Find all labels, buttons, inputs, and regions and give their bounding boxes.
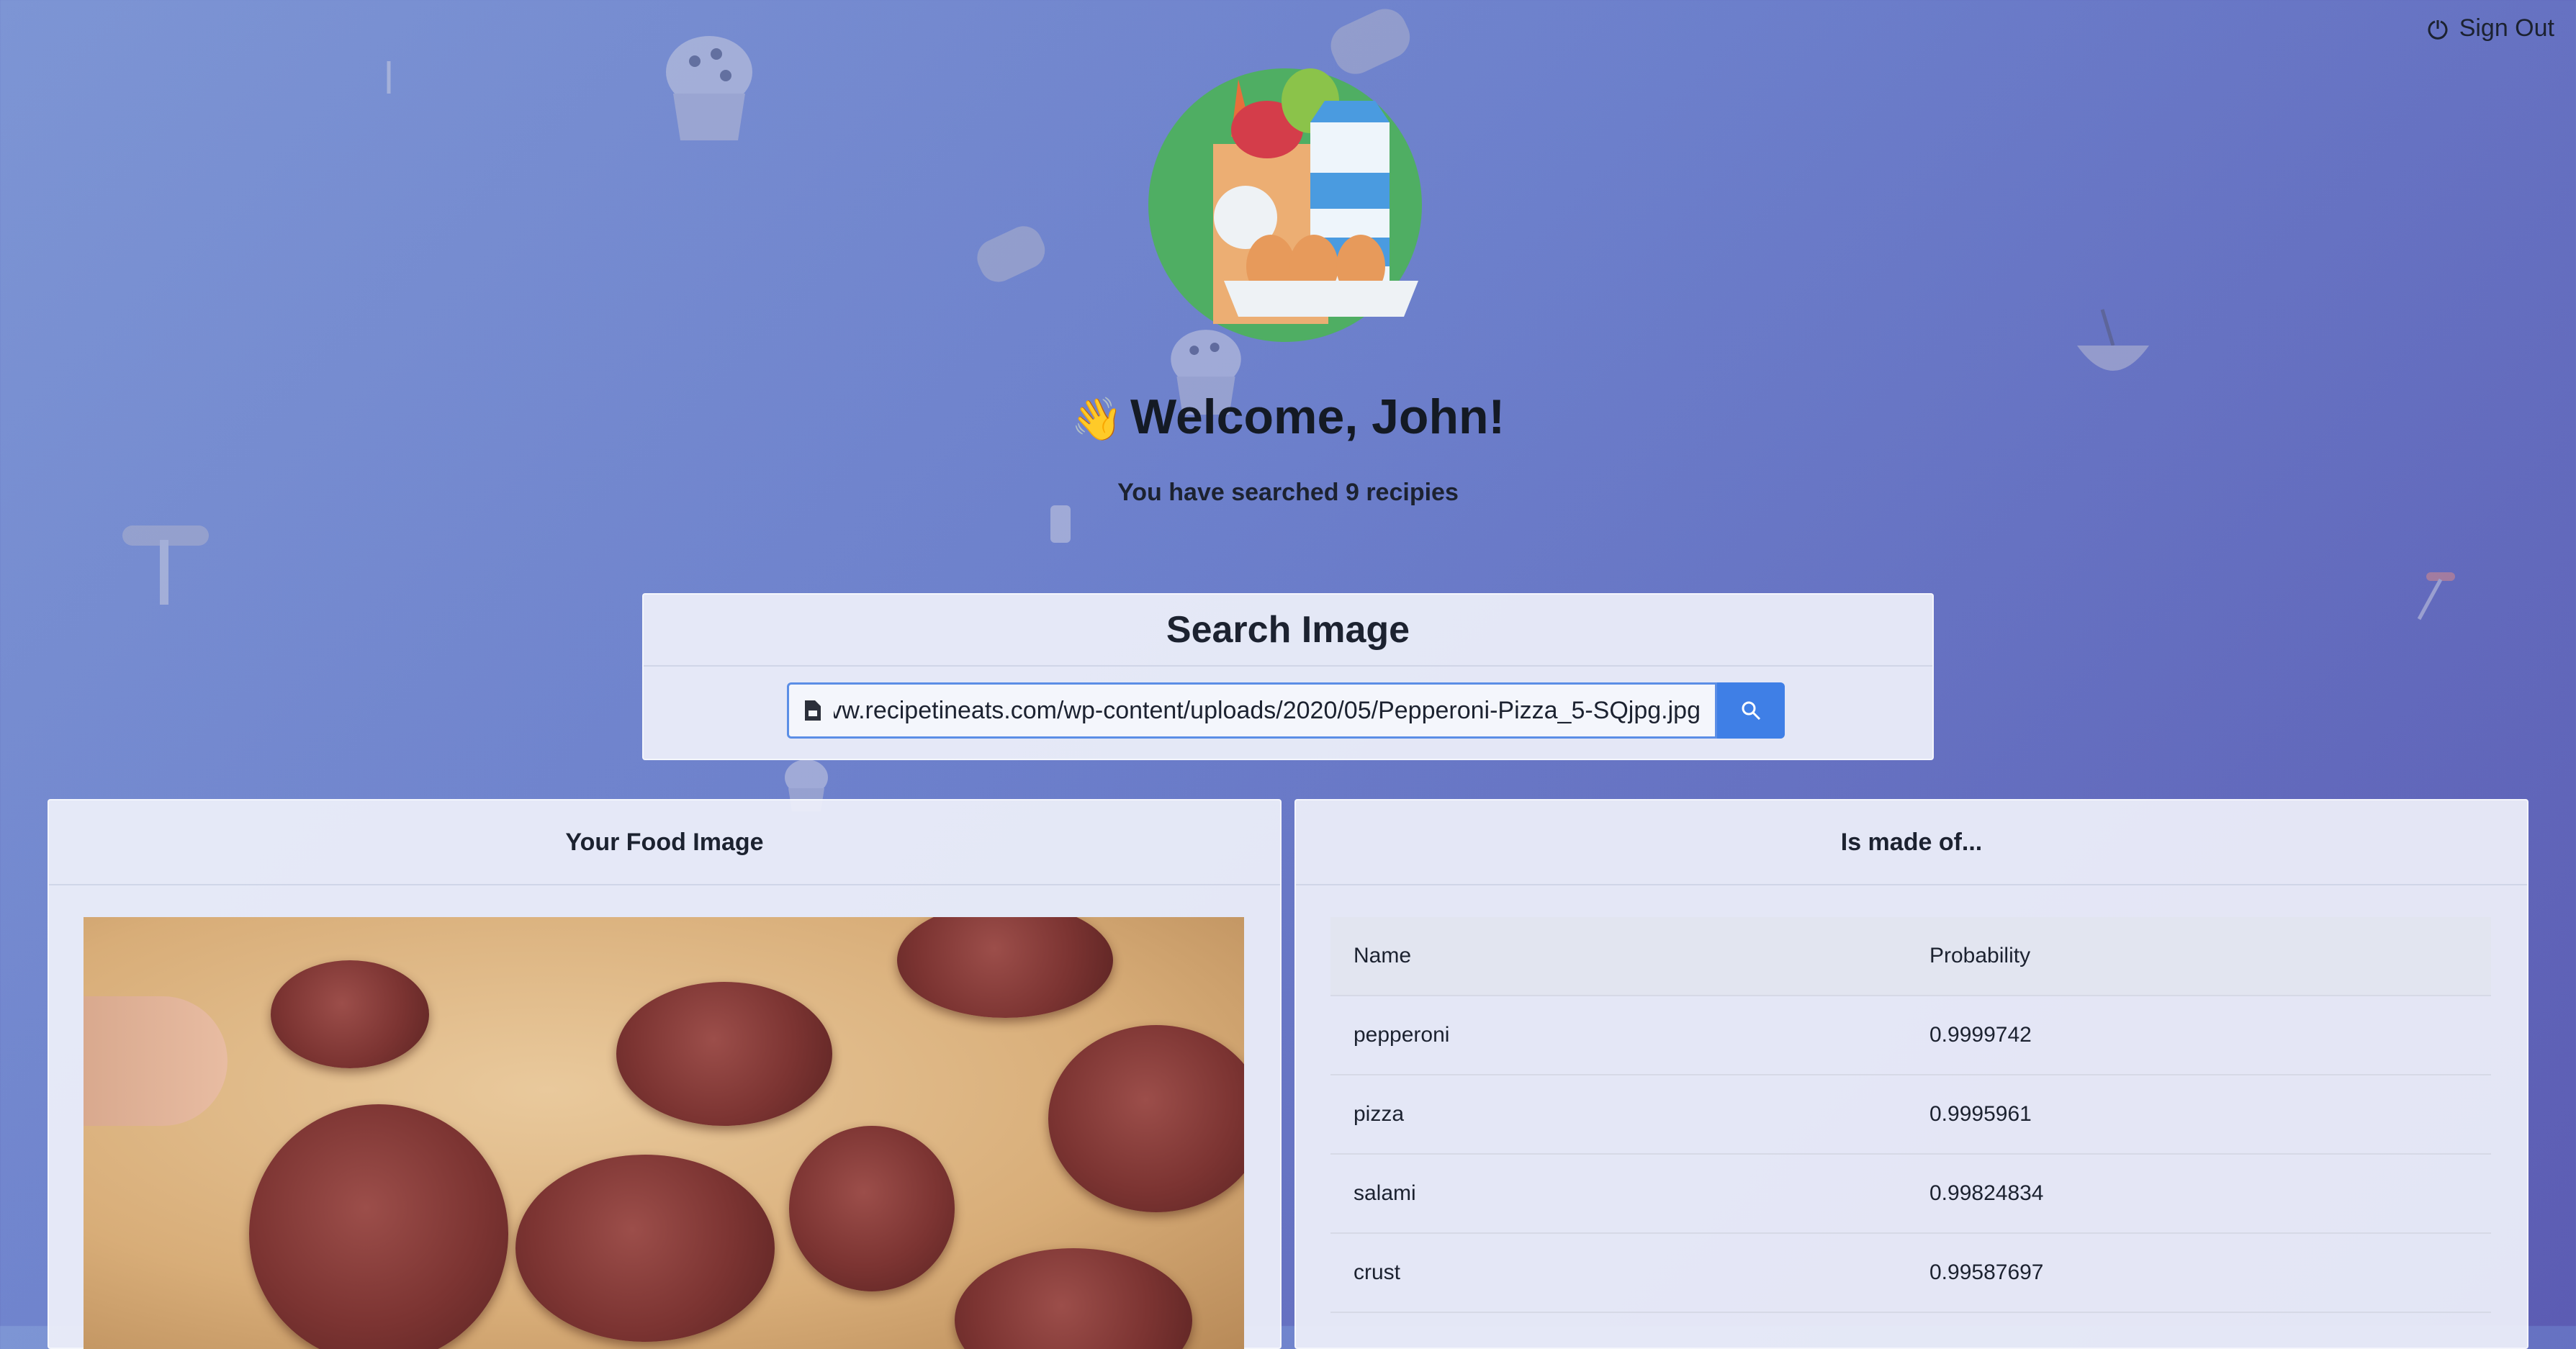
table-row: crust 0.99587697 xyxy=(1330,1233,2491,1313)
table-row: salami 0.99824834 xyxy=(1330,1154,2491,1234)
ingredient-probability: 0.99587697 xyxy=(1906,1233,2491,1313)
grocery-bag-logo xyxy=(1145,58,1433,346)
fork-icon xyxy=(374,54,403,101)
ingredient-name: pepperoni xyxy=(1330,996,1906,1075)
food-image xyxy=(84,917,1244,1349)
pepperoni-slice xyxy=(789,1126,955,1291)
pepperoni-slice xyxy=(1048,1025,1244,1212)
food-image-title: Your Food Image xyxy=(49,800,1280,885)
ingredient-name: salami xyxy=(1330,1154,1906,1234)
ingredients-table: Name Probability pepperoni 0.9999742 piz… xyxy=(1330,917,2491,1313)
sausage-fork-icon xyxy=(2412,569,2462,630)
search-button[interactable] xyxy=(1717,682,1785,739)
welcome-text: Welcome, John! xyxy=(1130,389,1505,444)
finger-shape xyxy=(84,996,228,1126)
sign-out-button[interactable]: Sign Out xyxy=(2426,14,2554,42)
muffin-icon xyxy=(662,29,756,148)
sausage-fork-icon xyxy=(115,511,216,615)
ingredients-title: Is made of... xyxy=(1296,800,2527,885)
column-header-name: Name xyxy=(1330,917,1906,996)
ingredient-name: crust xyxy=(1330,1233,1906,1313)
search-image-card: Search Image vw.recipetineats.com/wp-con… xyxy=(642,593,1934,760)
search-bar: vw.recipetineats.com/wp-content/uploads/… xyxy=(787,682,1785,739)
power-icon xyxy=(2428,19,2448,40)
image-url-value: vw.recipetineats.com/wp-content/uploads/… xyxy=(834,696,1701,724)
pepperoni-slice xyxy=(616,982,832,1126)
column-header-probability: Probability xyxy=(1906,917,2491,996)
ingredient-probability: 0.9995961 xyxy=(1906,1075,2491,1155)
noodle-bowl-icon xyxy=(2073,302,2153,392)
can-icon xyxy=(1048,504,1073,548)
search-count-text: You have searched 9 recipies xyxy=(1117,479,1459,506)
pepperoni-slice xyxy=(515,1155,775,1342)
file-icon xyxy=(805,700,821,721)
ingredient-probability: 0.9999742 xyxy=(1906,996,2491,1075)
image-url-input[interactable]: vw.recipetineats.com/wp-content/uploads/… xyxy=(787,682,1717,739)
food-image-panel: Your Food Image xyxy=(48,799,1282,1349)
burrito-icon xyxy=(972,216,1058,299)
pepperoni-slice xyxy=(271,960,429,1068)
table-row: pizza 0.9995961 xyxy=(1330,1075,2491,1155)
sign-out-label: Sign Out xyxy=(2459,14,2554,42)
pepperoni-slice xyxy=(955,1248,1192,1349)
table-header-row: Name Probability xyxy=(1330,917,2491,996)
waving-hand-icon: 👋 xyxy=(1071,396,1124,443)
table-row: pepperoni 0.9999742 xyxy=(1330,996,2491,1075)
ingredient-name: pizza xyxy=(1330,1075,1906,1155)
search-image-title: Search Image xyxy=(644,595,1932,667)
pepperoni-slice xyxy=(249,1104,508,1349)
pepperoni-slice xyxy=(897,917,1113,1018)
ingredients-panel: Is made of... Name Probability pepperoni… xyxy=(1294,799,2528,1349)
search-icon xyxy=(1742,701,1761,721)
ingredient-probability: 0.99824834 xyxy=(1906,1154,2491,1234)
welcome-heading: 👋 Welcome, John! xyxy=(0,389,2576,445)
